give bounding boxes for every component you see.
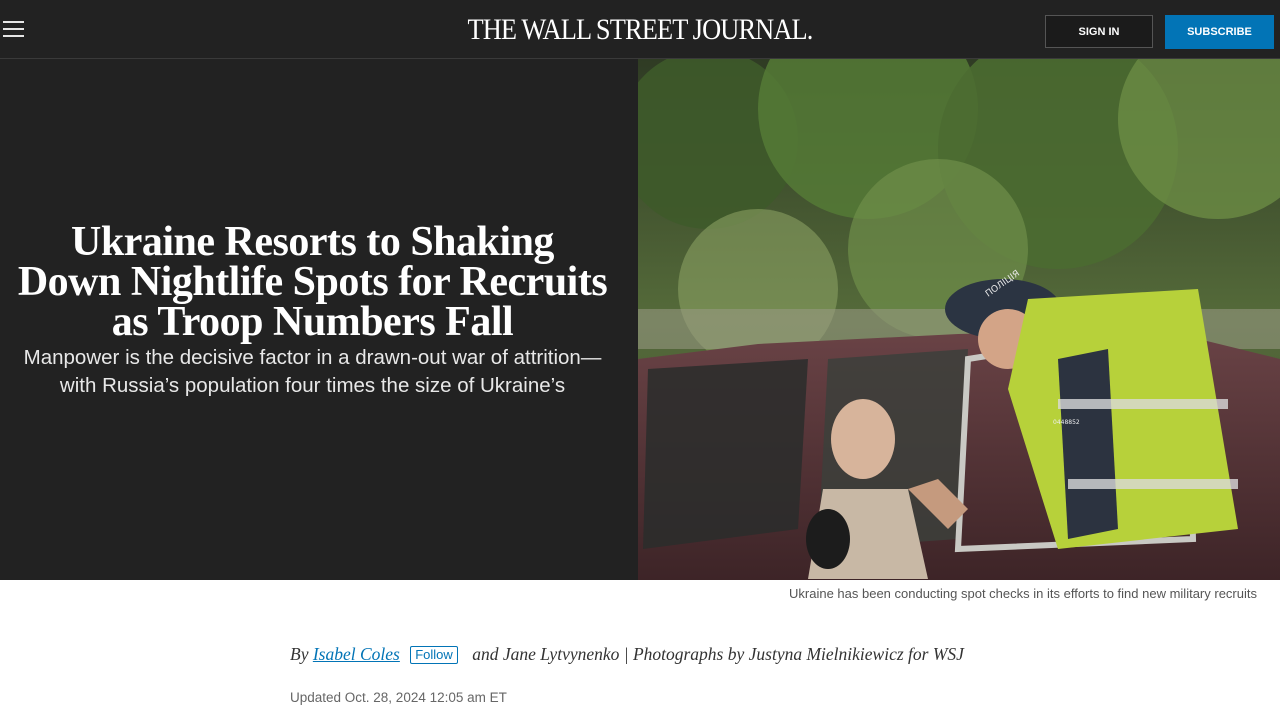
article-dek: Manpower is the decisive factor in a dra… <box>23 346 602 397</box>
hero-photo: ПОЛІЦІЯ 0448852 <box>638 59 1280 580</box>
hero-text-panel: Ukraine Resorts to Shaking Down Nightlif… <box>0 59 638 580</box>
hero-photo-illustration: ПОЛІЦІЯ 0448852 <box>638 59 1280 580</box>
top-navigation-bar: THE WALL STREET JOURNAL. SIGN IN SUBSCRI… <box>0 0 1280 59</box>
byline-contributors: and Jane Lytvynenko | Photographs by Jus… <box>472 644 964 664</box>
wsj-logo[interactable]: THE WALL STREET JOURNAL. <box>464 13 816 47</box>
sign-in-button[interactable]: SIGN IN <box>1045 15 1153 48</box>
article-hero: Ukraine Resorts to Shaking Down Nightlif… <box>0 59 1280 580</box>
photo-caption: Ukraine has been conducting spot checks … <box>789 586 1257 601</box>
follow-author-button[interactable]: Follow <box>410 646 458 664</box>
author-link[interactable]: Isabel Coles <box>313 644 400 664</box>
badge-number-text: 0448852 <box>1053 419 1080 426</box>
hamburger-menu-icon[interactable] <box>3 20 25 38</box>
article-byline: By Isabel Coles Follow and Jane Lytvynen… <box>290 643 980 665</box>
article-timestamp: Updated Oct. 28, 2024 12:05 am ET <box>290 690 507 705</box>
byline-by: By <box>290 644 309 664</box>
article-headline: Ukraine Resorts to Shaking Down Nightlif… <box>17 219 608 345</box>
subscribe-button[interactable]: SUBSCRIBE <box>1165 15 1274 49</box>
